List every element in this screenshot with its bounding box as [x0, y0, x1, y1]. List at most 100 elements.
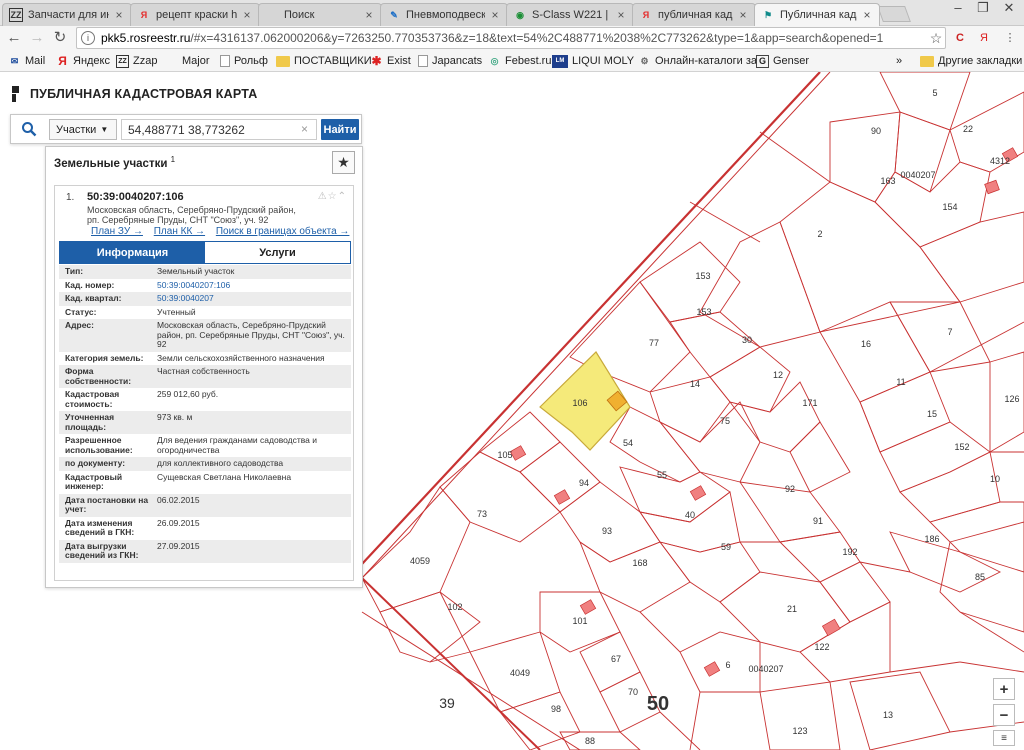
browser-tab[interactable]: ✎ Пневмоподвеска ×: [380, 3, 508, 26]
search-input[interactable]: [121, 119, 317, 140]
parcel-number-label[interactable]: 92: [785, 484, 795, 494]
parcel-number-label[interactable]: 153: [696, 307, 711, 317]
search-in-bounds-link[interactable]: Поиск в границах объекта →: [216, 226, 350, 237]
parcel-number-label[interactable]: 12: [773, 370, 783, 380]
parcel-number-label[interactable]: 67: [611, 654, 621, 664]
minimize-icon[interactable]: –: [945, 0, 971, 18]
parcel-number-label[interactable]: 16: [861, 339, 871, 349]
parcel-number-label[interactable]: 153: [695, 271, 710, 281]
close-icon[interactable]: ×: [113, 8, 125, 22]
parcel-number-label[interactable]: 22: [963, 124, 973, 134]
forward-arrow-icon[interactable]: →: [27, 28, 47, 48]
bookmark-item[interactable]: Japancats: [418, 53, 482, 69]
close-icon[interactable]: ×: [489, 8, 501, 22]
extension-icon[interactable]: C: [952, 30, 968, 46]
parcel-number-label[interactable]: 5: [932, 88, 937, 98]
parcel-number-label[interactable]: 15: [927, 409, 937, 419]
parcel-number-label[interactable]: 73: [477, 509, 487, 519]
parcel-number-label[interactable]: 88: [585, 736, 595, 746]
zoom-in-button[interactable]: +: [993, 678, 1015, 700]
plan-kk-link[interactable]: План КК →: [154, 226, 205, 237]
parcel-number-label[interactable]: 168: [632, 558, 647, 568]
parcel-number-label[interactable]: 163: [880, 176, 895, 186]
parcel-number-label[interactable]: 77: [649, 338, 659, 348]
browser-tab[interactable]: Я публичная кадас ×: [632, 3, 756, 26]
other-bookmarks-folder[interactable]: Другие закладки: [920, 53, 1022, 69]
bookmark-item[interactable]: LM LIQUI MOLY: [552, 53, 634, 69]
bookmark-star-icon[interactable]: ☆: [927, 30, 945, 47]
parcel-number-label[interactable]: 11: [896, 377, 905, 387]
parcel-number-label[interactable]: 6: [725, 660, 730, 670]
close-icon[interactable]: ×: [241, 8, 253, 22]
info-value-link[interactable]: 50:39:0040207:106: [157, 280, 351, 291]
parcel-number-label[interactable]: 54: [623, 438, 633, 448]
bookmark-item[interactable]: ПОСТАВЩИКИ: [276, 53, 372, 69]
parcel-number-label[interactable]: 4049: [510, 668, 530, 678]
parcel-number-label[interactable]: 21: [787, 604, 797, 614]
bookmark-item[interactable]: G Genser: [756, 53, 809, 69]
close-window-icon[interactable]: ✕: [996, 0, 1022, 18]
parcel-number-label[interactable]: 102: [447, 602, 462, 612]
zoom-out-button[interactable]: −: [993, 704, 1015, 726]
bookmark-item[interactable]: Я Яндекс: [56, 53, 110, 69]
cadastral-number-title[interactable]: 50:39:0040207:106: [87, 191, 184, 203]
parcel-number-label[interactable]: 123: [792, 726, 807, 736]
parcel-number-label[interactable]: 13: [883, 710, 893, 720]
parcel-number-label[interactable]: 94: [579, 478, 589, 488]
yandex-icon[interactable]: Я: [976, 30, 992, 46]
parcel-number-label[interactable]: 10: [990, 474, 1000, 484]
parcel-number-label[interactable]: 101: [572, 616, 587, 626]
parcel-number-label[interactable]: 98: [551, 704, 561, 714]
zoom-slider-handle[interactable]: ≡: [993, 730, 1015, 746]
bookmark-item[interactable]: ✱ Exist: [370, 53, 410, 69]
close-icon[interactable]: ×: [615, 8, 627, 22]
bookmark-item[interactable]: ⚙ Онлайн-каталоги за: [638, 53, 757, 69]
parcel-number-label[interactable]: 59: [721, 542, 731, 552]
parcel-number-label[interactable]: 105: [497, 450, 512, 460]
parcel-number-label[interactable]: 55: [657, 470, 667, 480]
parcel-number-label[interactable]: 126: [1004, 394, 1019, 404]
bookmark-item[interactable]: ZZ Zzap: [116, 53, 157, 69]
close-icon[interactable]: ×: [861, 8, 873, 22]
more-bookmarks-chevron[interactable]: »: [896, 53, 902, 69]
plan-zu-link[interactable]: План ЗУ →: [91, 226, 143, 237]
search-icon[interactable]: [11, 115, 47, 143]
find-button[interactable]: Найти: [321, 119, 359, 140]
parcel-number-label[interactable]: 40: [685, 510, 695, 520]
info-value-link[interactable]: 50:39:0040207: [157, 293, 351, 304]
back-arrow-icon[interactable]: ←: [4, 28, 24, 48]
parcel-number-label[interactable]: 186: [924, 534, 939, 544]
parcel-number-label[interactable]: 85: [975, 572, 985, 582]
clear-icon[interactable]: ×: [301, 122, 308, 136]
menu-icon[interactable]: ⋮: [1002, 30, 1018, 46]
parcel-number-label[interactable]: 192: [842, 547, 857, 557]
bookmark-item[interactable]: ◎ Febest.ru: [488, 53, 552, 69]
reload-icon[interactable]: ↻: [50, 28, 70, 48]
browser-tab[interactable]: Я рецепт краски h ×: [130, 3, 260, 26]
parcel-number-label[interactable]: 14: [690, 379, 700, 389]
parcel-result-card[interactable]: 1. 50:39:0040207:106 ⚠☆⌃ Московская обла…: [54, 185, 354, 581]
tab-services[interactable]: Услуги: [205, 242, 350, 263]
new-tab-button[interactable]: [877, 6, 911, 22]
parcel-number-label[interactable]: 0040207: [748, 664, 783, 674]
parcel-number-label[interactable]: 91: [813, 516, 823, 526]
parcel-number-label[interactable]: 4059: [410, 556, 430, 566]
parcel-number-label[interactable]: 106: [572, 398, 587, 408]
parcel-number-label[interactable]: 154: [942, 202, 957, 212]
bookmark-item[interactable]: ✉ Mail: [8, 53, 45, 69]
parcel-number-label[interactable]: 7: [947, 327, 952, 337]
parcel-number-label[interactable]: 2: [817, 229, 822, 239]
parcel-number-label[interactable]: 70: [628, 687, 638, 697]
parcel-number-label[interactable]: 171: [802, 398, 817, 408]
bookmark-item[interactable]: Рольф: [220, 53, 268, 69]
parcel-number-label[interactable]: 0040207: [900, 170, 935, 180]
browser-tab[interactable]: Поиск ×: [258, 3, 382, 26]
card-action-icons[interactable]: ⚠☆⌃: [318, 191, 347, 202]
info-icon[interactable]: i: [81, 31, 95, 45]
favorite-star-button[interactable]: ★: [332, 151, 355, 174]
browser-tab[interactable]: ZZ Запчасти для ино ×: [2, 3, 132, 26]
address-bar[interactable]: i pkk5.rosreestr.ru/#x=4316137.062000206…: [76, 27, 946, 49]
bookmark-item[interactable]: Major: [182, 53, 210, 69]
object-type-select[interactable]: Участки ▼: [49, 119, 117, 140]
parcel-number-label[interactable]: 122: [814, 642, 829, 652]
